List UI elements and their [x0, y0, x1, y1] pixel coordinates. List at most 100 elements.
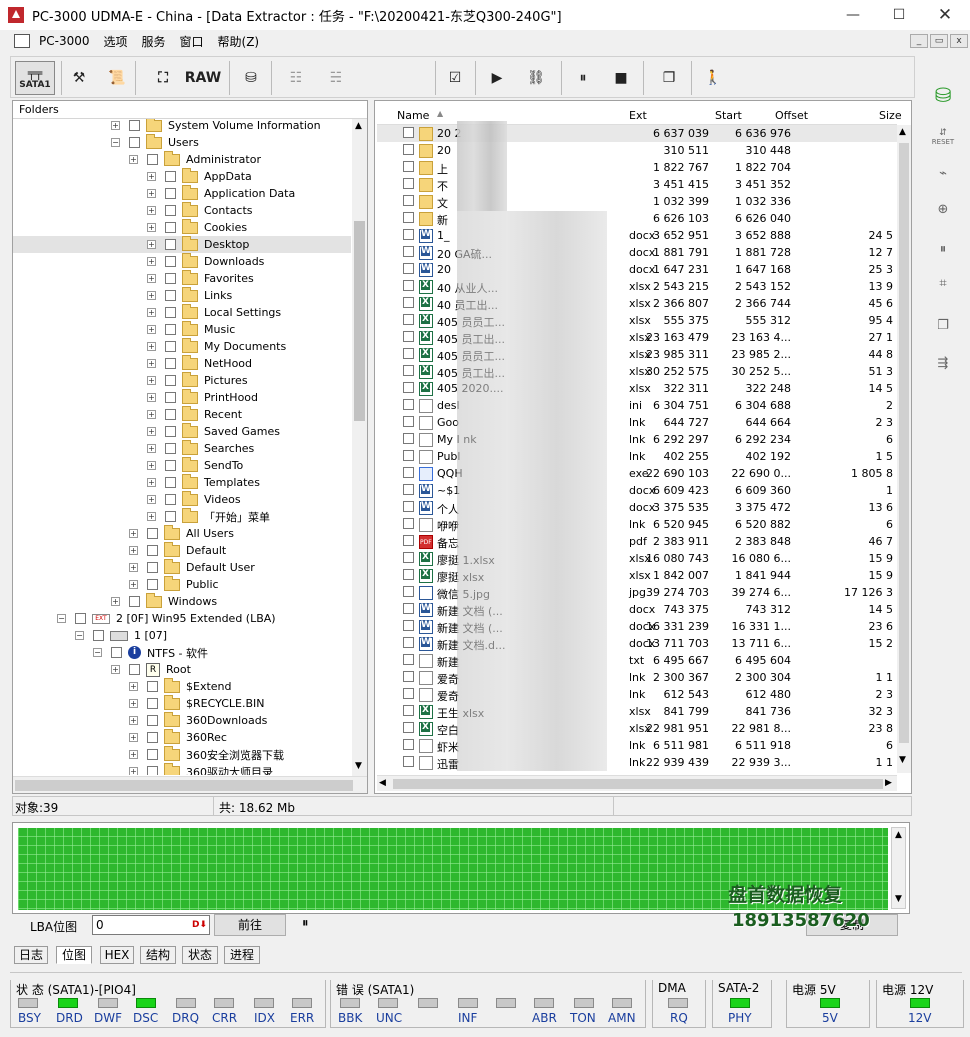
copy-structure-icon[interactable]: ⛓ [519, 61, 553, 95]
copy-side-icon[interactable]: ❐ [928, 312, 958, 338]
remove-icon[interactable]: ⌗ [928, 270, 958, 296]
file-checkbox[interactable] [403, 586, 414, 597]
collapse-icon[interactable]: − [57, 614, 66, 623]
file-row[interactable]: 新建 文档 (...docx743 375743 31214 5 [377, 601, 897, 618]
mdi-minimize-button[interactable]: _ [910, 34, 928, 48]
checked-save-icon[interactable]: ☑ [441, 61, 469, 95]
expand-icon[interactable]: + [129, 155, 138, 164]
collapse-icon[interactable]: − [111, 138, 120, 147]
minimize-button[interactable]: — [830, 0, 876, 30]
scrollbar-thumb[interactable] [354, 221, 365, 421]
menu-service[interactable]: 服务 [135, 33, 173, 50]
tree-item[interactable]: + NetHood [13, 354, 351, 372]
folder-scrollbar[interactable]: ▲ ▼ [352, 119, 367, 776]
pause-side-icon[interactable]: ⏸ [928, 236, 958, 262]
tree-checkbox[interactable] [165, 239, 176, 250]
tree-item[interactable]: + System Volume Information [13, 119, 351, 134]
tree-checkbox[interactable] [165, 375, 176, 386]
file-checkbox[interactable] [403, 739, 414, 750]
file-checkbox[interactable] [403, 569, 414, 580]
expand-icon[interactable]: + [147, 495, 156, 504]
file-row[interactable]: 不 3 451 415 3 451 352 [377, 176, 897, 193]
scroll-down-icon[interactable]: ▼ [899, 755, 906, 765]
scroll-up-icon[interactable]: ▲ [899, 127, 906, 137]
pause-icon[interactable]: ⏸ [571, 61, 595, 95]
expand-icon[interactable]: + [147, 206, 156, 215]
menu-window[interactable]: 窗口 [173, 33, 211, 50]
expand-icon[interactable]: + [147, 376, 156, 385]
file-row[interactable]: ~$1docx6 609 4236 609 3601 [377, 482, 897, 499]
mdi-restore-button[interactable]: ▭ [930, 34, 948, 48]
tree-checkbox[interactable] [147, 766, 158, 775]
tree-checkbox[interactable] [165, 426, 176, 437]
tree-checkbox[interactable] [165, 358, 176, 369]
tab-status[interactable]: 状态 [182, 946, 218, 964]
tree-checkbox[interactable] [165, 324, 176, 335]
expand-icon[interactable]: + [129, 767, 138, 775]
tree-item[interactable]: +360Downloads [13, 711, 351, 729]
expand-icon[interactable]: + [147, 240, 156, 249]
file-checkbox[interactable] [403, 246, 414, 257]
file-checkbox[interactable] [403, 433, 414, 444]
file-checkbox[interactable] [403, 365, 414, 376]
col-offset[interactable]: Offset [775, 109, 808, 122]
raw-button[interactable]: RAW [183, 61, 223, 95]
tree-item[interactable]: + R Root [13, 661, 351, 678]
file-row[interactable]: 爱奇 lnk 2 300 367 2 300 304 1 1 [377, 669, 897, 686]
file-checkbox[interactable] [403, 654, 414, 665]
file-row[interactable]: 新建 文档 (...docx16 331 23916 331 1...23 6 [377, 618, 897, 635]
expand-icon[interactable]: + [147, 359, 156, 368]
expand-icon[interactable]: + [129, 529, 138, 538]
file-checkbox[interactable] [403, 535, 414, 546]
tree-checkbox[interactable] [165, 460, 176, 471]
file-checkbox[interactable] [403, 637, 414, 648]
expand-icon[interactable]: + [129, 733, 138, 742]
file-checkbox[interactable] [403, 467, 414, 478]
file-row[interactable]: 迅雷 lnk 22 939 439 22 939 3... 1 1 [377, 754, 897, 771]
expand-icon[interactable]: + [129, 750, 138, 759]
tree-item[interactable]: + AppData [13, 167, 351, 185]
file-row[interactable]: 微信 5.jpgjpg39 274 70339 274 6...17 126 3 [377, 584, 897, 601]
tree-item[interactable]: +360Rec [13, 728, 351, 746]
tree-checkbox[interactable] [147, 698, 158, 709]
file-row[interactable]: 1_ docx3 652 951 3 652 888 24 5 [377, 227, 897, 244]
tree-expand-icon[interactable]: ☷ [281, 61, 311, 95]
tree-checkbox[interactable] [165, 494, 176, 505]
tree-item[interactable]: +360安全浏览器下载 [13, 745, 351, 763]
file-row[interactable]: 个人 docx3 375 535 3 375 472 13 6 [377, 499, 897, 516]
file-row[interactable]: QQH exe 22 690 103 22 690 0... 1 805 8 [377, 465, 897, 482]
file-checkbox[interactable] [403, 552, 414, 563]
file-checkbox[interactable] [403, 399, 414, 410]
tree-checkbox[interactable] [165, 341, 176, 352]
expand-icon[interactable]: + [147, 291, 156, 300]
file-checkbox[interactable] [403, 195, 414, 206]
tree-item[interactable]: − EXT 2 [0F] Win95 Extended (LBA) [13, 610, 351, 627]
file-scrollbar[interactable]: ▲ ▼ [897, 125, 911, 773]
expand-icon[interactable]: + [111, 597, 120, 606]
file-row[interactable]: 20 26 637 039 6 636 976 [377, 125, 897, 142]
expand-icon[interactable]: + [147, 461, 156, 470]
file-row[interactable]: 虾米 lnk 6 511 981 6 511 918 6 [377, 737, 897, 754]
expand-icon[interactable]: + [147, 393, 156, 402]
file-checkbox[interactable] [403, 178, 414, 189]
maximize-button[interactable]: ☐ [876, 0, 922, 30]
file-row[interactable]: 40 员工出...xlsx2 366 8072 366 74445 6 [377, 295, 897, 312]
tree-checkbox[interactable] [129, 596, 140, 607]
tree-item[interactable]: − Users [13, 133, 351, 151]
mdi-close-button[interactable]: x [950, 34, 968, 48]
expand-icon[interactable]: + [147, 427, 156, 436]
file-checkbox[interactable] [403, 212, 414, 223]
file-row[interactable]: 20 docx1 647 231 1 647 168 25 3 [377, 261, 897, 278]
file-checkbox[interactable] [403, 382, 414, 393]
scroll-up-icon[interactable]: ▲ [355, 121, 362, 131]
scroll-down-icon[interactable]: ▼ [895, 894, 902, 904]
file-checkbox[interactable] [403, 688, 414, 699]
file-checkbox[interactable] [403, 280, 414, 291]
tree-item[interactable]: + Pictures [13, 371, 351, 389]
tree-item[interactable]: + Videos [13, 490, 351, 508]
tree-item[interactable]: + Contacts [13, 201, 351, 219]
tree-item[interactable]: + Application Data [13, 184, 351, 202]
hscroll-thumb[interactable] [15, 780, 353, 791]
tree-checkbox[interactable] [147, 681, 158, 692]
folder-hscrollbar[interactable] [13, 776, 367, 793]
